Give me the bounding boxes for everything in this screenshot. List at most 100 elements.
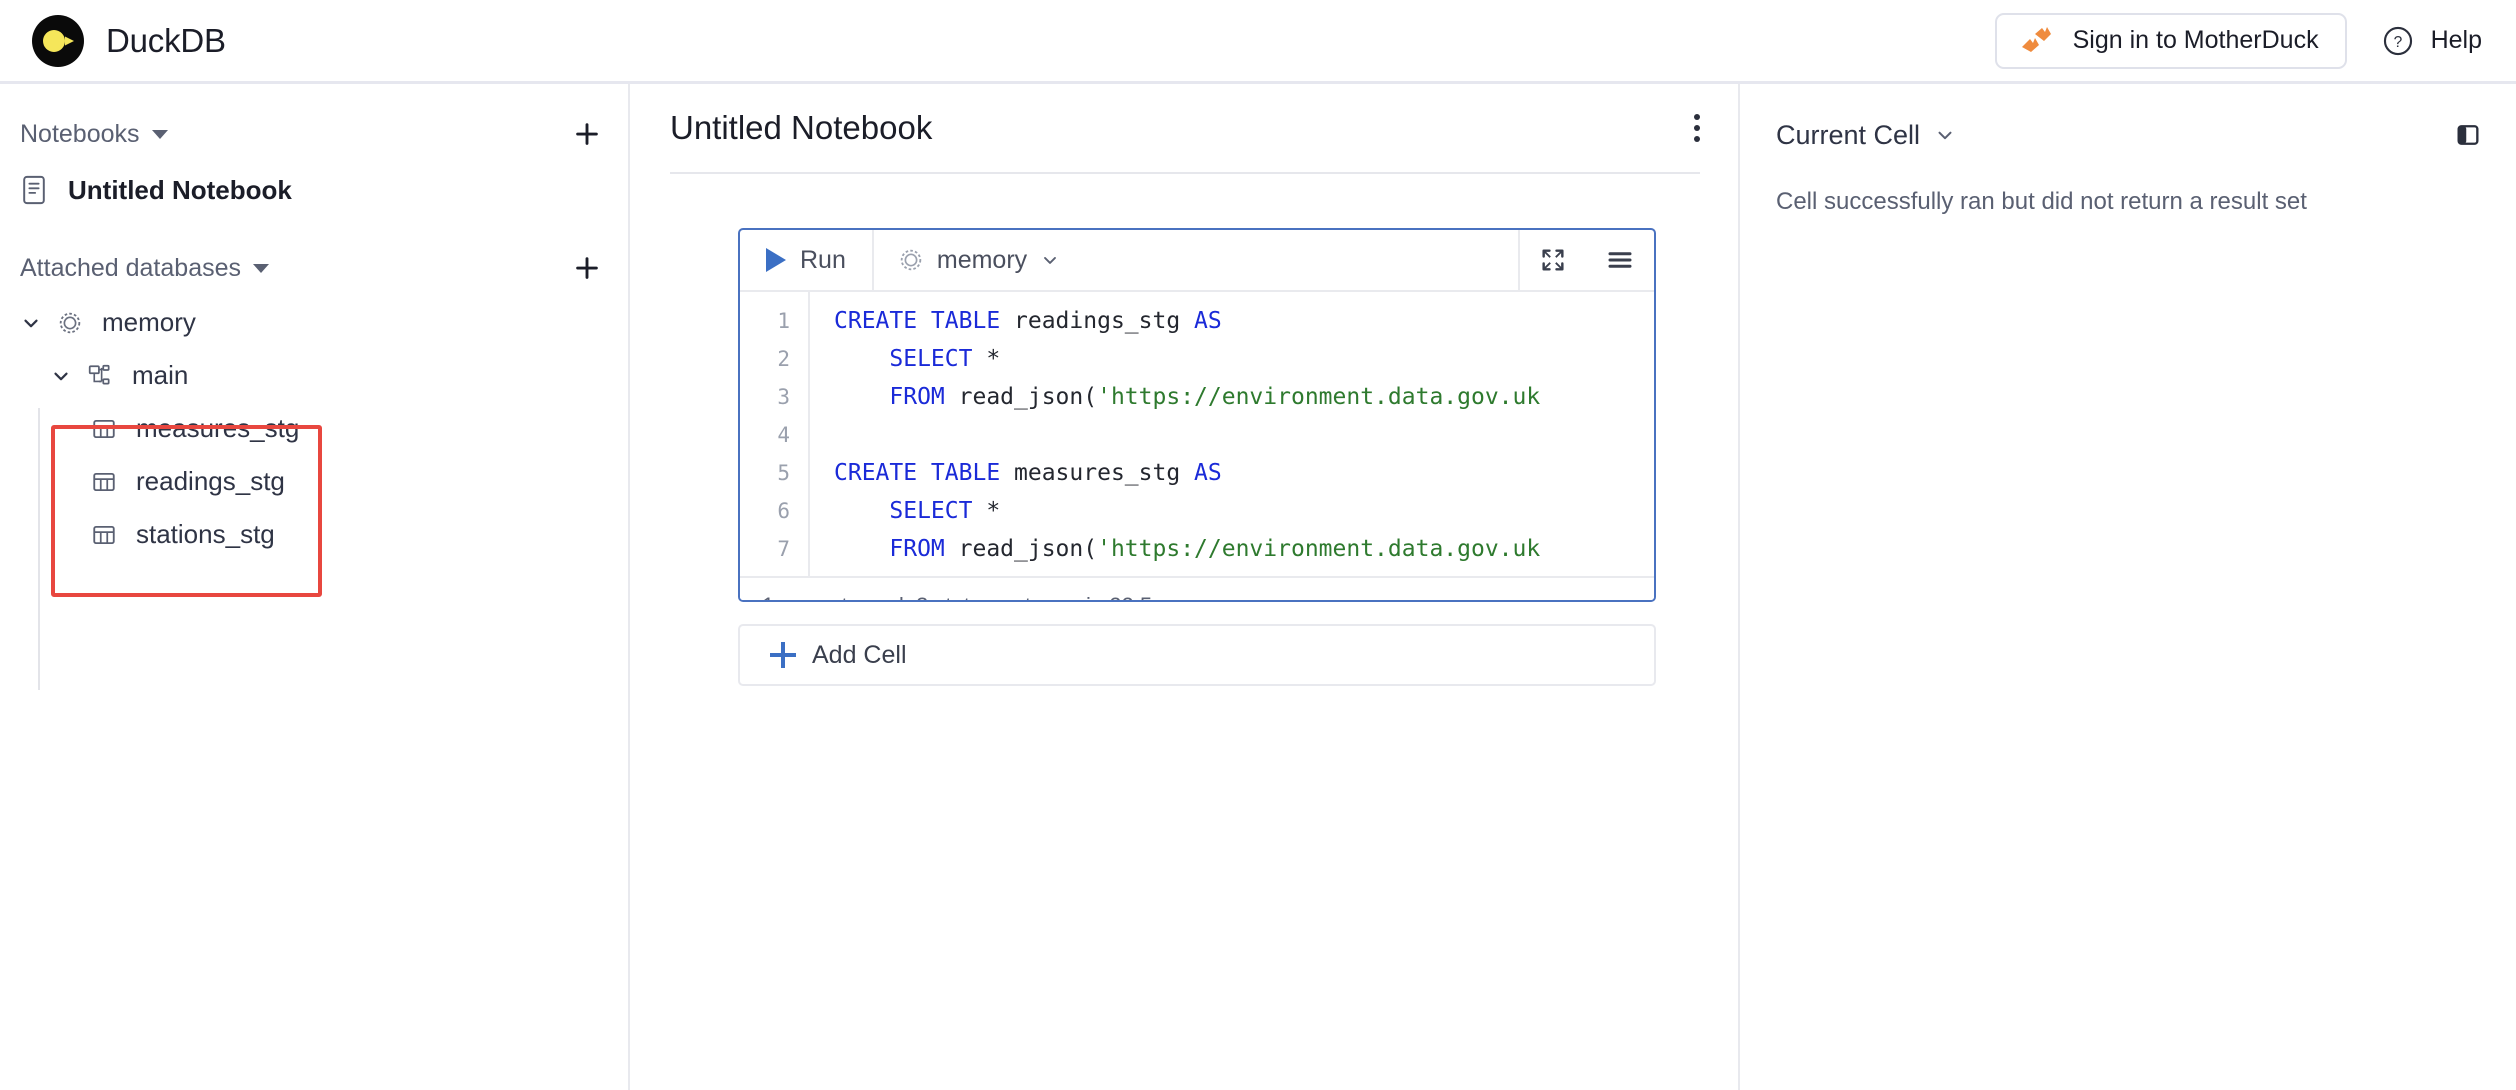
hamburger-menu-icon — [1605, 245, 1635, 275]
code-text: SELECT * — [808, 500, 1000, 523]
run-label: Run — [800, 246, 846, 275]
table-grid-icon — [82, 416, 126, 442]
sidebar-item-attached-databases[interactable]: Attached databases — [20, 254, 269, 283]
svg-text:?: ? — [2393, 34, 2402, 51]
database-dashed-circle-icon — [48, 310, 92, 336]
plus-icon — [572, 253, 602, 283]
table-grid-icon — [82, 469, 126, 495]
gutter-divider — [808, 292, 810, 576]
line-number: 8 — [740, 575, 808, 576]
line-number: 2 — [740, 347, 808, 371]
sign-in-to-motherduck-button[interactable]: Sign in to MotherDuck — [1995, 13, 2347, 69]
app-header: DuckDB Sign in to MotherDuck ? Help — [0, 0, 2516, 84]
brand: DuckDB — [32, 15, 226, 67]
databases-section-header: Attached databases — [0, 240, 628, 296]
line-number: 6 — [740, 499, 808, 523]
line-number: 5 — [740, 461, 808, 485]
cell-menu-button[interactable] — [1586, 230, 1654, 290]
code-text: CREATE TABLE readings_stg AS — [808, 310, 1222, 333]
tree-item-table-readings-stg[interactable]: readings_stg — [0, 455, 628, 508]
header-divider — [670, 172, 1700, 174]
line-number: 1 — [740, 309, 808, 333]
notebook-cell: Run memory — [738, 228, 1656, 602]
code-text: FROM read_json('https://environment.data… — [808, 538, 1540, 561]
header-actions: Sign in to MotherDuck ? Help — [1995, 13, 2482, 69]
help-label: Help — [2431, 26, 2482, 55]
duckdb-logo-icon — [32, 15, 84, 67]
code-line: 2 SELECT * — [740, 340, 1654, 378]
current-cell-message: Cell successfully ran but did not return… — [1776, 188, 2482, 216]
current-cell-panel-header: Current Cell — [1776, 112, 2482, 158]
add-notebook-button[interactable] — [572, 119, 602, 149]
sidebar-item-notebooks[interactable]: Notebooks — [20, 120, 168, 149]
notebook-item-label: Untitled Notebook — [68, 175, 292, 206]
expand-cell-button[interactable] — [1518, 230, 1586, 290]
table-label: measures_stg — [136, 413, 299, 444]
schema-hierarchy-icon — [78, 363, 122, 389]
plus-icon — [572, 119, 602, 149]
cell-status-bar: 1 row returned, 3 statements run in 22.5… — [740, 576, 1654, 602]
chevron-down-icon — [1040, 250, 1060, 270]
chevron-down-icon — [1934, 124, 1956, 146]
notebook-pane: Untitled Notebook Run memory — [632, 84, 1740, 1090]
sidebar-item-untitled-notebook[interactable]: Untitled Notebook — [0, 162, 628, 218]
code-line: 7 FROM read_json('https://environment.da… — [740, 530, 1654, 568]
code-line: 8 — [740, 568, 1654, 576]
add-database-button[interactable] — [572, 253, 602, 283]
line-number: 3 — [740, 385, 808, 409]
tree-item-schema-main[interactable]: main — [0, 349, 628, 402]
code-line: 3 FROM read_json('https://environment.da… — [740, 378, 1654, 416]
notebooks-section-header: Notebooks — [0, 106, 628, 162]
panel-toggle-icon — [2454, 121, 2482, 149]
table-grid-icon — [82, 522, 126, 548]
notebook-header: Untitled Notebook — [632, 84, 1738, 172]
code-line: 1CREATE TABLE readings_stg AS — [740, 302, 1654, 340]
tree-item-database-memory[interactable]: memory — [0, 296, 628, 349]
sql-code-editor[interactable]: 1CREATE TABLE readings_stg AS2 SELECT *3… — [740, 292, 1654, 576]
sidebar: Notebooks Untitled Notebook Attached dat… — [0, 84, 630, 1090]
sign-in-label: Sign in to MotherDuck — [2073, 26, 2319, 55]
current-cell-title[interactable]: Current Cell — [1776, 120, 1956, 151]
add-cell-button[interactable]: Add Cell — [738, 624, 1656, 686]
database-label: memory — [102, 307, 196, 338]
database-selector[interactable]: memory — [874, 230, 1084, 290]
caret-down-icon — [253, 264, 269, 273]
table-label: stations_stg — [136, 519, 275, 550]
panel-toggle-button[interactable] — [2454, 121, 2482, 149]
current-cell-label: Current Cell — [1776, 120, 1920, 151]
plus-icon — [770, 642, 796, 668]
duck-feet-icon — [2019, 26, 2053, 56]
help-button[interactable]: ? Help — [2381, 24, 2482, 58]
tree-item-table-stations-stg[interactable]: stations_stg — [0, 508, 628, 561]
database-selector-label: memory — [937, 246, 1027, 275]
run-button[interactable]: Run — [740, 230, 874, 290]
table-label: readings_stg — [136, 466, 285, 497]
current-cell-panel: Current Cell Cell successfully ran but d… — [1742, 84, 2516, 1090]
chevron-down-icon — [14, 312, 48, 334]
tree-item-table-measures-stg[interactable]: measures_stg — [0, 402, 628, 455]
chevron-down-icon — [44, 365, 78, 387]
notebook-document-icon — [20, 175, 48, 205]
schema-label: main — [132, 360, 188, 391]
caret-down-icon — [152, 130, 168, 139]
expand-fullscreen-icon — [1539, 246, 1567, 274]
code-text: SELECT * — [808, 348, 1000, 371]
code-lines-container: 1CREATE TABLE readings_stg AS2 SELECT *3… — [740, 292, 1654, 576]
cell-toolbar: Run memory — [740, 230, 1654, 292]
code-line: 4 — [740, 416, 1654, 454]
line-number: 4 — [740, 423, 808, 447]
attached-databases-label: Attached databases — [20, 254, 241, 283]
notebooks-label: Notebooks — [20, 120, 140, 149]
play-triangle-icon — [766, 248, 786, 272]
code-line: 5CREATE TABLE measures_stg AS — [740, 454, 1654, 492]
code-line: 6 SELECT * — [740, 492, 1654, 530]
add-cell-label: Add Cell — [812, 641, 907, 670]
kebab-menu-icon[interactable] — [1694, 114, 1700, 142]
code-text: FROM read_json('https://environment.data… — [808, 386, 1540, 409]
line-number: 7 — [740, 537, 808, 561]
question-circle-icon: ? — [2381, 24, 2415, 58]
code-text: CREATE TABLE measures_stg AS — [808, 462, 1222, 485]
page-title: Untitled Notebook — [670, 109, 932, 147]
tree-guide-line — [38, 408, 40, 690]
database-dashed-circle-icon — [898, 247, 924, 273]
